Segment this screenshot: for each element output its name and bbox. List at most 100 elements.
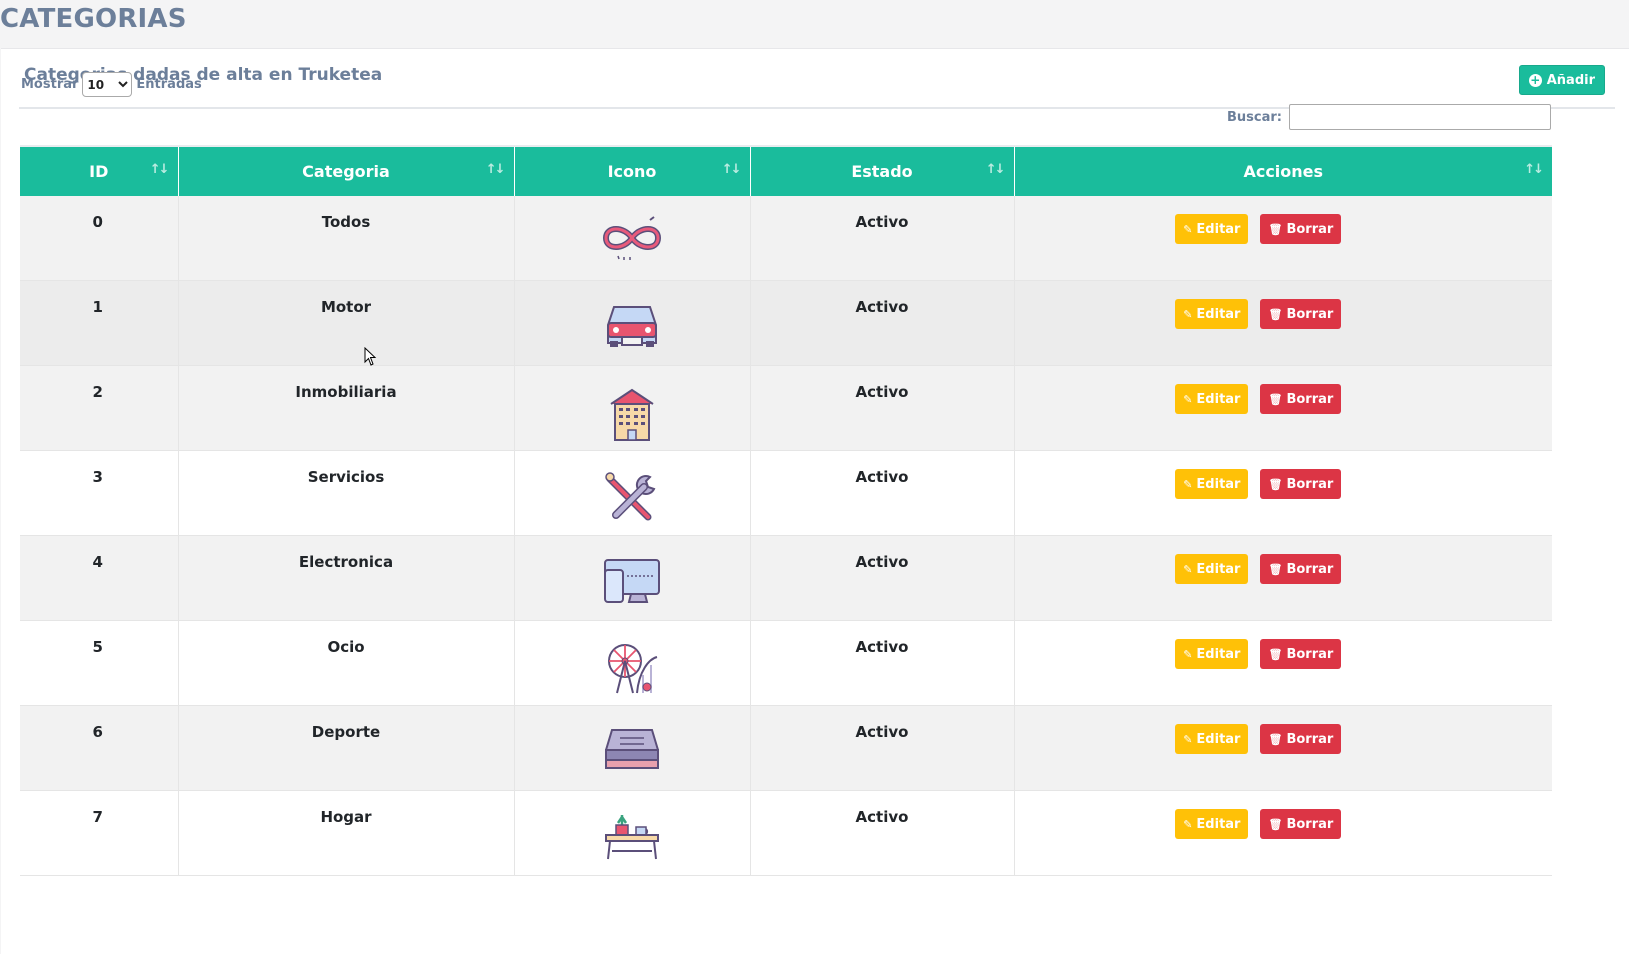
edit-label: Editar (1196, 816, 1241, 832)
delete-label: Borrar (1286, 476, 1334, 492)
edit-button[interactable]: ✎ Editar (1175, 639, 1249, 669)
delete-label: Borrar (1286, 306, 1334, 322)
row-id: 3 (92, 468, 103, 486)
delete-button[interactable]: 🗑 Borrar (1260, 384, 1342, 414)
table-row: 5 Ocio Activo ✎ Editar 🗑 Borrar (20, 620, 1552, 706)
delete-button[interactable]: 🗑 Borrar (1260, 724, 1342, 754)
show-label: Mostrar (21, 77, 79, 92)
edit-label: Editar (1196, 221, 1241, 237)
table-row: 3 Servicios Activo ✎ Editar 🗑 Borrar (20, 450, 1552, 536)
category-cell: Ocio (178, 620, 515, 706)
status-cell: Activo (750, 280, 1015, 366)
trash-icon: 🗑 (1268, 562, 1283, 576)
categories-table: ID ↑↓ Categoria ↑↓ Icono ↑↓ Estado ↑↓ Accion… (20, 145, 1552, 876)
entries-length-control: Mostrar 10 Entradas (21, 72, 202, 97)
category-cell: Electronica (178, 535, 515, 621)
delete-label: Borrar (1286, 731, 1334, 747)
status-text: Activo (855, 468, 909, 486)
table-row: 1 Motor Activo ✎ Editar 🗑 Borrar (20, 280, 1552, 366)
trash-icon: 🗑 (1268, 732, 1283, 746)
status-text: Activo (855, 298, 909, 316)
sort-icon: ↑↓ (149, 162, 170, 177)
delete-button[interactable]: 🗑 Borrar (1260, 554, 1342, 584)
category-name: Hogar (320, 808, 372, 826)
status-text: Activo (855, 723, 909, 741)
column-header-estado[interactable]: Estado ↑↓ (750, 145, 1015, 196)
status-text: Activo (855, 383, 909, 401)
id-cell: 4 (20, 535, 179, 621)
status-cell: Activo (750, 450, 1015, 536)
row-id: 2 (92, 383, 103, 401)
edit-label: Editar (1196, 476, 1241, 492)
edit-label: Editar (1196, 306, 1241, 322)
edit-button[interactable]: ✎ Editar (1175, 809, 1249, 839)
row-id: 1 (92, 298, 103, 316)
search-input[interactable] (1289, 104, 1551, 130)
id-cell: 1 (20, 280, 179, 366)
entries-select[interactable]: 10 (82, 72, 133, 97)
actions-cell: ✎ Editar 🗑 Borrar (1014, 790, 1552, 876)
id-cell: 7 (20, 790, 179, 876)
id-cell: 0 (20, 196, 179, 281)
edit-label: Editar (1196, 391, 1241, 407)
edit-button[interactable]: ✎ Editar (1175, 554, 1249, 584)
pencil-icon: ✎ (1183, 647, 1193, 661)
plus-circle-icon: + (1528, 72, 1542, 87)
icon-cell (514, 280, 751, 366)
home-decor-icon (605, 815, 659, 860)
trash-icon: 🗑 (1268, 392, 1283, 406)
icon-cell (514, 620, 751, 706)
edit-button[interactable]: ✎ Editar (1175, 384, 1249, 414)
category-cell: Servicios (178, 450, 515, 536)
column-header-categoria[interactable]: Categoria ↑↓ (178, 145, 515, 196)
row-id: 4 (92, 553, 103, 571)
delete-button[interactable]: 🗑 Borrar (1260, 299, 1342, 329)
id-cell: 5 (20, 620, 179, 706)
icon-cell (514, 535, 751, 621)
pencil-icon: ✎ (1183, 392, 1193, 406)
category-cell: Todos (178, 196, 515, 281)
actions-cell: ✎ Editar 🗑 Borrar (1014, 705, 1552, 791)
column-header-icono[interactable]: Icono ↑↓ (514, 145, 751, 196)
edit-button[interactable]: ✎ Editar (1175, 724, 1249, 754)
column-header-acciones[interactable]: Acciones ↑↓ (1014, 145, 1552, 196)
category-name: Ocio (327, 638, 365, 656)
add-category-button[interactable]: + Añadir (1518, 65, 1605, 95)
delete-label: Borrar (1286, 816, 1334, 832)
column-header-label: Categoria (302, 162, 390, 181)
infinity-icon (602, 216, 662, 260)
icon-cell (514, 790, 751, 876)
pencil-icon: ✎ (1183, 307, 1193, 321)
category-cell: Hogar (178, 790, 515, 876)
sort-icon: ↑↓ (485, 162, 506, 177)
pencil-icon: ✎ (1183, 732, 1193, 746)
edit-button[interactable]: ✎ Editar (1175, 214, 1249, 244)
delete-button[interactable]: 🗑 Borrar (1260, 214, 1342, 244)
column-header-id[interactable]: ID ↑↓ (20, 145, 179, 196)
id-cell: 3 (20, 450, 179, 536)
category-cell: Deporte (178, 705, 515, 791)
edit-button[interactable]: ✎ Editar (1175, 469, 1249, 499)
category-name: Todos (321, 213, 371, 231)
table-row: 7 Hogar Activo ✎ Editar 🗑 Borrar (20, 790, 1552, 876)
column-header-label: Icono (607, 162, 657, 181)
pencil-icon: ✎ (1183, 817, 1193, 831)
icon-cell (514, 365, 751, 451)
mouse-cursor-icon (364, 347, 377, 366)
tray-icon (605, 729, 659, 769)
table-row: 0 Todos Activo ✎ Editar 🗑 Borrar (20, 196, 1552, 281)
delete-button[interactable]: 🗑 Borrar (1260, 639, 1342, 669)
pencil-icon: ✎ (1183, 562, 1193, 576)
delete-label: Borrar (1286, 561, 1334, 577)
delete-button[interactable]: 🗑 Borrar (1260, 809, 1342, 839)
status-cell: Activo (750, 790, 1015, 876)
actions-cell: ✎ Editar 🗑 Borrar (1014, 535, 1552, 621)
delete-button[interactable]: 🗑 Borrar (1260, 469, 1342, 499)
delete-label: Borrar (1286, 646, 1334, 662)
category-name: Servicios (307, 468, 385, 486)
search-label: Buscar: (1227, 109, 1282, 125)
actions-cell: ✎ Editar 🗑 Borrar (1014, 450, 1552, 536)
sort-icon: ↑↓ (985, 162, 1006, 177)
edit-button[interactable]: ✎ Editar (1175, 299, 1249, 329)
category-cell: Inmobiliaria (178, 365, 515, 451)
